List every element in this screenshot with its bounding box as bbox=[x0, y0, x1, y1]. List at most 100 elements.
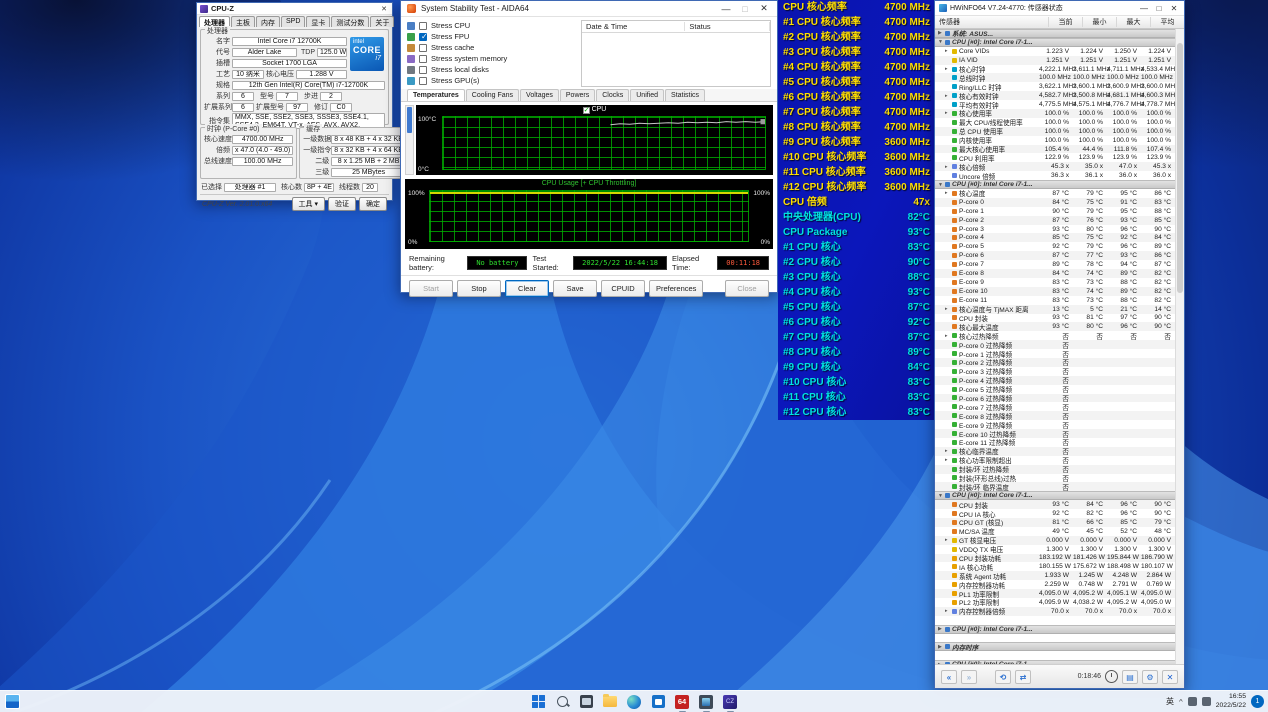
aida-tab-voltages[interactable]: Voltages bbox=[520, 89, 559, 101]
close-button[interactable]: Close bbox=[725, 280, 769, 297]
sensor-row[interactable]: P-core 592 °C79 °C96 °C89 °C bbox=[935, 242, 1175, 251]
cpuz-ok-button[interactable]: 确定 bbox=[359, 197, 387, 211]
log-column-status[interactable]: Status bbox=[685, 22, 770, 31]
history-back-icon[interactable]: « bbox=[941, 670, 957, 684]
expand-arrow-icon[interactable]: ▸ bbox=[945, 448, 950, 454]
cpuz-tab-关于[interactable]: 关于 bbox=[370, 16, 394, 27]
tray-clock[interactable]: 16:55 2022/5/22 bbox=[1216, 693, 1246, 710]
taskbar-button-store[interactable] bbox=[650, 693, 667, 710]
sensor-row[interactable]: E-core 983 °C73 °C88 °C82 °C bbox=[935, 278, 1175, 287]
taskbar-button-cpuz[interactable]: CZ bbox=[722, 693, 739, 710]
cpuz-tab-SPD[interactable]: SPD bbox=[281, 16, 305, 27]
sensor-row[interactable]: P-core 485 °C75 °C92 °C84 °C bbox=[935, 233, 1175, 242]
checkbox-stress-local-disks[interactable] bbox=[419, 66, 427, 74]
expand-arrow-icon[interactable]: ▶ bbox=[938, 662, 943, 664]
aida64-maximize-button[interactable]: □ bbox=[738, 4, 752, 14]
taskbar-button-file-explorer[interactable] bbox=[602, 693, 619, 710]
volume-icon[interactable] bbox=[1202, 697, 1211, 706]
checkbox-stress-gpu-s-[interactable] bbox=[419, 77, 427, 85]
hwinfo-maximize-button[interactable]: □ bbox=[1153, 4, 1165, 13]
sensor-row[interactable]: P-core 687 °C77 °C93 °C86 °C bbox=[935, 251, 1175, 260]
expand-arrow-icon[interactable]: ▼ bbox=[938, 182, 943, 188]
settings-gear-icon[interactable]: ⚙ bbox=[1142, 670, 1158, 684]
aida-tab-cooling-fans[interactable]: Cooling Fans bbox=[466, 89, 519, 101]
sensor-row[interactable]: E-core 1083 °C74 °C89 °C82 °C bbox=[935, 287, 1175, 296]
aida-tab-statistics[interactable]: Statistics bbox=[665, 89, 705, 101]
reset-values-icon[interactable]: ⟲ bbox=[995, 670, 1011, 684]
cpuz-close-button[interactable]: ✕ bbox=[379, 5, 389, 13]
cpuz-tab-测试分数[interactable]: 测试分数 bbox=[331, 16, 369, 27]
sensor-group-row[interactable]: ▶ CPU [#0]: Intel Core i7-1... bbox=[935, 625, 1175, 634]
cpu-legend-checkbox[interactable]: ✓ bbox=[583, 107, 590, 114]
expand-arrow-icon[interactable]: ▸ bbox=[945, 457, 950, 463]
expand-arrow-icon[interactable]: ▸ bbox=[945, 110, 950, 116]
column-min[interactable]: 最小 bbox=[1082, 17, 1116, 27]
cpuz-socket-select[interactable]: 处理器 #1 bbox=[224, 183, 276, 192]
expand-arrow-icon[interactable]: ▸ bbox=[945, 333, 950, 339]
taskbar-button-aida64[interactable]: 64 bbox=[674, 693, 691, 710]
sensor-row[interactable]: E-core 884 °C74 °C89 °C82 °C bbox=[935, 269, 1175, 278]
clock-icon[interactable] bbox=[1105, 670, 1118, 683]
taskbar-button-edge[interactable] bbox=[626, 693, 643, 710]
column-sensor[interactable]: 传感器 bbox=[935, 17, 1048, 27]
sensor-group-row[interactable]: ▶ 系统: ASUS... bbox=[935, 29, 1175, 38]
widgets-icon[interactable] bbox=[5, 694, 20, 709]
stop-button[interactable]: Stop bbox=[457, 280, 501, 297]
sensor-row[interactable]: Uncore 倍频36.3 x36.1 x36.0 x36.0 x bbox=[935, 171, 1175, 180]
expand-arrow-icon[interactable]: ▸ bbox=[945, 608, 950, 614]
column-avg[interactable]: 平均 bbox=[1150, 17, 1184, 27]
report-icon[interactable]: ▤ bbox=[1122, 670, 1138, 684]
cpuz-validate-button[interactable]: 验证 bbox=[328, 197, 356, 211]
cpuz-tab-内存[interactable]: 内存 bbox=[256, 16, 280, 27]
taskbar-button-start[interactable] bbox=[530, 693, 547, 710]
taskbar-button-task-view[interactable] bbox=[578, 693, 595, 710]
clear-button[interactable]: Clear bbox=[505, 280, 549, 297]
layout-icon[interactable]: ⇄ bbox=[1015, 670, 1031, 684]
cpuz-tab-显卡[interactable]: 显卡 bbox=[306, 16, 330, 27]
sensor-row[interactable]: P-core 393 °C80 °C96 °C90 °C bbox=[935, 225, 1175, 234]
tray-chevron-icon[interactable]: ^ bbox=[1179, 698, 1183, 705]
aida64-close-button[interactable]: ✕ bbox=[757, 3, 771, 14]
sensor-row[interactable]: ▸ 内存控制器倍频70.0 x70.0 x70.0 x70.0 x bbox=[935, 607, 1175, 616]
cpuz-tools-button[interactable]: 工具 ▾ bbox=[292, 197, 325, 211]
save-button[interactable]: Save bbox=[553, 280, 597, 297]
sensor-group-row[interactable]: ▶ 内存时序 bbox=[935, 642, 1175, 651]
expand-arrow-icon[interactable]: ▸ bbox=[945, 164, 950, 170]
expand-arrow-icon[interactable]: ▸ bbox=[945, 306, 950, 312]
expand-arrow-icon[interactable]: ▶ bbox=[938, 30, 943, 36]
expand-arrow-icon[interactable]: ▼ bbox=[938, 39, 943, 45]
aida64-minimize-button[interactable]: — bbox=[719, 4, 733, 14]
sensor-row[interactable]: P-core 287 °C76 °C93 °C85 °C bbox=[935, 216, 1175, 225]
hwinfo-minimize-button[interactable]: — bbox=[1138, 4, 1150, 13]
aida-tab-unified[interactable]: Unified bbox=[630, 89, 664, 101]
expand-arrow-icon[interactable]: ▸ bbox=[945, 66, 950, 72]
expand-arrow-icon[interactable]: ▶ bbox=[938, 626, 943, 632]
sensor-group-row[interactable]: ▼ CPU [#0]: Intel Core i7-1... bbox=[935, 38, 1175, 47]
expand-arrow-icon[interactable]: ▼ bbox=[938, 493, 943, 499]
aida-tab-powers[interactable]: Powers bbox=[560, 89, 595, 101]
scrollbar-thumb[interactable] bbox=[407, 107, 412, 133]
checkbox-stress-cache[interactable] bbox=[419, 44, 427, 52]
column-max[interactable]: 最大 bbox=[1116, 17, 1150, 27]
aida64-graph-scrollbar[interactable] bbox=[405, 105, 414, 175]
sensor-group-row[interactable]: ▶ CPU [#0]: Intel Core i7-1... bbox=[935, 660, 1175, 664]
expand-arrow-icon[interactable]: ▸ bbox=[945, 93, 950, 99]
cpuid-button[interactable]: CPUID bbox=[601, 280, 645, 297]
sensor-row[interactable]: ▸ 核心温度87 °C79 °C95 °C86 °C bbox=[935, 189, 1175, 198]
hwinfo-close-button[interactable]: ✕ bbox=[1168, 4, 1180, 13]
taskbar-button-search[interactable] bbox=[554, 693, 571, 710]
taskbar-button-hwinfo[interactable] bbox=[698, 693, 715, 710]
aida-tab-temperatures[interactable]: Temperatures bbox=[407, 89, 465, 101]
aida-tab-clocks[interactable]: Clocks bbox=[596, 89, 629, 101]
expand-arrow-icon[interactable]: ▶ bbox=[938, 644, 943, 650]
network-icon[interactable] bbox=[1188, 697, 1197, 706]
checkbox-stress-system-memory[interactable] bbox=[419, 55, 427, 63]
sensor-row[interactable]: 封装/环 临界温度否 bbox=[935, 482, 1175, 491]
checkbox-stress-fpu[interactable] bbox=[419, 33, 427, 41]
expand-arrow-icon[interactable]: ▸ bbox=[945, 48, 950, 54]
close-x-icon[interactable]: ✕ bbox=[1162, 670, 1178, 684]
sensor-row[interactable]: P-core 190 °C79 °C95 °C88 °C bbox=[935, 207, 1175, 216]
sensor-row[interactable]: P-core 789 °C78 °C94 °C87 °C bbox=[935, 260, 1175, 269]
log-column-datetime[interactable]: Date & Time bbox=[582, 22, 685, 31]
notification-badge[interactable]: 1 bbox=[1251, 695, 1264, 708]
